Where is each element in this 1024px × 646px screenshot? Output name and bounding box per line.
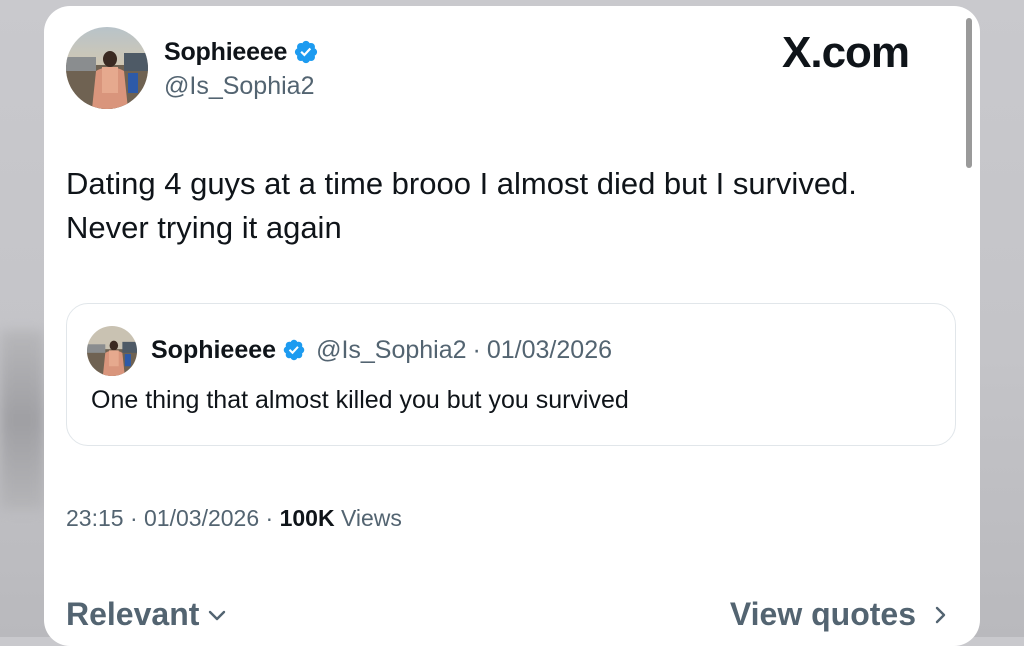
quote-separator: ·: [472, 335, 481, 364]
quote-header: Sophieeee @Is_Sophia2 · 01/03/2026: [151, 334, 612, 366]
view-quotes-label: View quotes: [729, 596, 916, 632]
tweet-date[interactable]: 01/03/2026: [144, 505, 259, 531]
tweet-text-line: Never trying it again: [66, 210, 342, 245]
avatar-photo-icon: [87, 326, 137, 376]
scrollbar[interactable]: [966, 18, 972, 168]
quoted-tweet-card[interactable]: Sophieeee @Is_Sophia2 · 01/03/2026 One t…: [66, 303, 956, 446]
verified-badge-icon[interactable]: [293, 39, 319, 65]
quote-date: 01/03/2026: [486, 335, 612, 364]
avatar-photo-icon: [66, 27, 148, 109]
author-display-name[interactable]: Sophieeee: [164, 38, 287, 67]
quote-text: One thing that almost killed you but you…: [91, 386, 629, 414]
tweet-card: Sophieeee @Is_Sophia2 X.com Dating 4 guy…: [44, 6, 980, 646]
quote-display-name[interactable]: Sophieeee: [151, 336, 276, 365]
tweet-text: Dating 4 guys at a time brooo I almost d…: [66, 162, 946, 250]
sort-replies-button[interactable]: Relevant: [66, 596, 227, 633]
view-quotes-button[interactable]: View quotes: [730, 596, 950, 633]
quote-handle: @Is_Sophia2: [316, 335, 467, 364]
verified-badge-icon: [282, 338, 306, 362]
quote-avatar[interactable]: [87, 326, 137, 376]
avatar[interactable]: [66, 27, 148, 109]
views-label: Views: [340, 505, 402, 531]
meta-separator: ·: [265, 505, 274, 531]
meta-separator: ·: [129, 505, 138, 531]
tweet-text-line: Dating 4 guys at a time brooo I almost d…: [66, 166, 857, 201]
sort-label: Relevant: [66, 596, 200, 632]
background-blur: [0, 330, 44, 510]
views-count: 100K: [279, 505, 335, 531]
chevron-right-icon: [930, 605, 950, 625]
author-name-row: Sophieeee: [164, 36, 319, 68]
author-handle[interactable]: @Is_Sophia2: [164, 72, 314, 101]
chevron-down-icon: [207, 605, 227, 625]
tweet-time[interactable]: 23:15: [66, 505, 124, 531]
x-logo[interactable]: X.com: [782, 28, 910, 78]
tweet-meta: 23:15 · 01/03/2026 · 100K Views: [66, 505, 402, 532]
